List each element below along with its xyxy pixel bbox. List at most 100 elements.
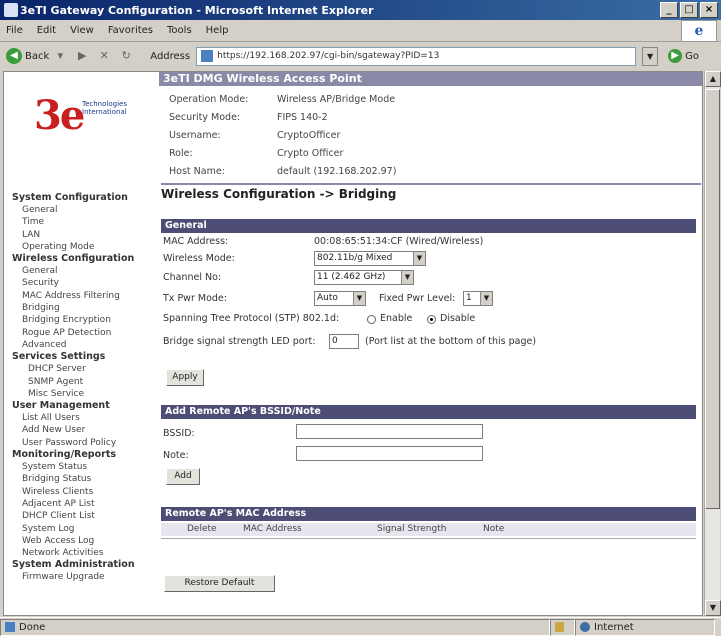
sidebar-item[interactable]: SNMP Agent: [4, 376, 159, 388]
status-text: Done: [19, 621, 46, 633]
back-label: Back: [25, 50, 50, 62]
fixed-pwr-level-value: 1: [466, 293, 472, 303]
sidebar-item[interactable]: Bridging Status: [4, 473, 159, 485]
lock-icon: [555, 622, 564, 632]
led-port-label: Bridge signal strength LED port:: [163, 336, 316, 347]
sidebar-item[interactable]: Operating Mode: [4, 241, 159, 253]
sidebar-item[interactable]: Advanced: [4, 339, 159, 351]
sidebar-item[interactable]: Adjacent AP List: [4, 498, 159, 510]
sidebar-item[interactable]: Time: [4, 216, 159, 228]
sidebar-item[interactable]: Bridging: [4, 302, 159, 314]
stp-enable-radio[interactable]: [367, 315, 376, 324]
page-title: Wireless Configuration -> Bridging: [161, 183, 701, 203]
device-row-label: Operation Mode:: [169, 94, 249, 105]
sidebar-item[interactable]: Misc Service: [4, 388, 159, 400]
stop-icon[interactable]: ✕: [96, 48, 112, 64]
zone-cell: Internet: [575, 618, 715, 636]
stp-disable-label: Disable: [440, 313, 476, 324]
refresh-icon[interactable]: ↻: [118, 48, 134, 64]
sidebar-item[interactable]: List All Users: [4, 412, 159, 424]
chevron-down-icon: ▼: [413, 252, 425, 265]
sidebar-item[interactable]: DHCP Client List: [4, 510, 159, 522]
scroll-thumb[interactable]: [705, 89, 720, 509]
device-row-value: FIPS 140-2: [277, 112, 328, 123]
sidebar: 3e Technologies International System Con…: [4, 72, 159, 615]
logo-mark: 3e: [34, 92, 85, 139]
menu-view[interactable]: View: [70, 25, 94, 36]
sidebar-item[interactable]: DHCP Server: [4, 363, 159, 375]
sidebar-item[interactable]: Wireless Clients: [4, 486, 159, 498]
bssid-label: BSSID:: [163, 428, 195, 439]
device-row-label: Username:: [169, 130, 221, 141]
sidebar-item[interactable]: System Status: [4, 461, 159, 473]
scroll-up-icon[interactable]: ▲: [705, 71, 721, 87]
windows-logo-icon: e: [681, 20, 717, 42]
menu-help[interactable]: Help: [206, 25, 229, 36]
chevron-down-icon: ▼: [401, 271, 413, 284]
wireless-mode-label: Wireless Mode:: [163, 253, 235, 264]
stp-enable-label: Enable: [380, 313, 413, 324]
note-input[interactable]: [296, 446, 483, 461]
address-dropdown-icon[interactable]: ▼: [642, 46, 659, 66]
channel-label: Channel No:: [163, 272, 222, 283]
led-port-input[interactable]: 0: [329, 334, 359, 349]
vertical-scrollbar[interactable]: ▲ ▼: [704, 71, 721, 616]
device-row-value: Crypto Officer: [277, 148, 344, 159]
wireless-mode-select[interactable]: 802.11b/g Mixed ▼: [314, 251, 426, 266]
sidebar-nav: System Configuration General Time LAN Operat…: [4, 192, 159, 584]
restore-default-button[interactable]: Restore Default: [164, 575, 275, 592]
sidebar-item[interactable]: Security: [4, 277, 159, 289]
close-button[interactable]: ×: [700, 2, 718, 18]
sidebar-item[interactable]: General: [4, 204, 159, 216]
sidebar-item[interactable]: Firmware Upgrade: [4, 571, 159, 583]
maximize-button[interactable]: □: [680, 2, 698, 18]
status-text-cell: Done: [0, 618, 550, 636]
menu-favorites[interactable]: Favorites: [108, 25, 153, 36]
apply-button[interactable]: Apply: [166, 369, 204, 386]
sidebar-item[interactable]: Rogue AP Detection: [4, 327, 159, 339]
zone-text: Internet: [594, 621, 634, 633]
device-row-label: Host Name:: [169, 166, 225, 177]
device-row-operation-mode: Operation Mode: Wireless AP/Bridge Mode: [169, 94, 395, 105]
fixed-pwr-level-select[interactable]: 1 ▼: [463, 291, 493, 306]
tx-pwr-mode-select[interactable]: Auto ▼: [314, 291, 366, 306]
go-button[interactable]: ▶ Go: [668, 49, 699, 63]
menu-file[interactable]: File: [6, 25, 23, 36]
minimize-button[interactable]: _: [660, 2, 678, 18]
company-logo: 3e Technologies International: [34, 92, 144, 142]
chevron-down-icon: ▾: [57, 49, 64, 62]
logo-tagline-2: International: [82, 108, 127, 116]
back-arrow-icon: ◀: [6, 48, 22, 64]
sidebar-item[interactable]: Add New User: [4, 424, 159, 436]
sidebar-item[interactable]: General: [4, 265, 159, 277]
device-row-username: Username: CryptoOfficer: [169, 130, 340, 141]
sidebar-item[interactable]: Network Activities: [4, 547, 159, 559]
status-bar: Done Internet: [0, 617, 721, 636]
sidebar-item[interactable]: Web Access Log: [4, 535, 159, 547]
column-delete: Delete: [187, 524, 217, 534]
channel-select[interactable]: 11 (2.462 GHz) ▼: [314, 270, 414, 285]
sidebar-item[interactable]: System Log: [4, 523, 159, 535]
window-controls: _ □ ×: [660, 2, 718, 18]
sidebar-item[interactable]: LAN: [4, 229, 159, 241]
sidebar-item[interactable]: Bridging Encryption: [4, 314, 159, 326]
channel-value: 11 (2.462 GHz): [317, 272, 386, 282]
column-note: Note: [483, 524, 505, 534]
browser-toolbar: ◀ Back ▾ ▶ ✕ ↻ Address https://192.168.2…: [0, 43, 721, 69]
page-icon: [201, 50, 214, 62]
address-bar[interactable]: https://192.168.202.97/cgi-bin/sgateway?…: [196, 46, 637, 66]
device-info: Operation Mode: Wireless AP/Bridge Mode …: [159, 86, 702, 182]
sidebar-item[interactable]: User Password Policy: [4, 437, 159, 449]
add-button[interactable]: Add: [166, 468, 200, 485]
bssid-input[interactable]: [296, 424, 483, 439]
forward-icon[interactable]: ▶: [74, 48, 90, 64]
scroll-down-icon[interactable]: ▼: [705, 600, 721, 616]
menu-tools[interactable]: Tools: [167, 25, 192, 36]
sidebar-section-title: Services Settings: [12, 351, 106, 363]
device-row-security-mode: Security Mode: FIPS 140-2: [169, 112, 328, 123]
menu-edit[interactable]: Edit: [37, 25, 56, 36]
stp-disable-radio[interactable]: [427, 315, 436, 324]
sidebar-item[interactable]: MAC Address Filtering: [4, 290, 159, 302]
back-button[interactable]: ◀ Back ▾: [6, 48, 68, 64]
device-row-value: Wireless AP/Bridge Mode: [277, 94, 396, 105]
